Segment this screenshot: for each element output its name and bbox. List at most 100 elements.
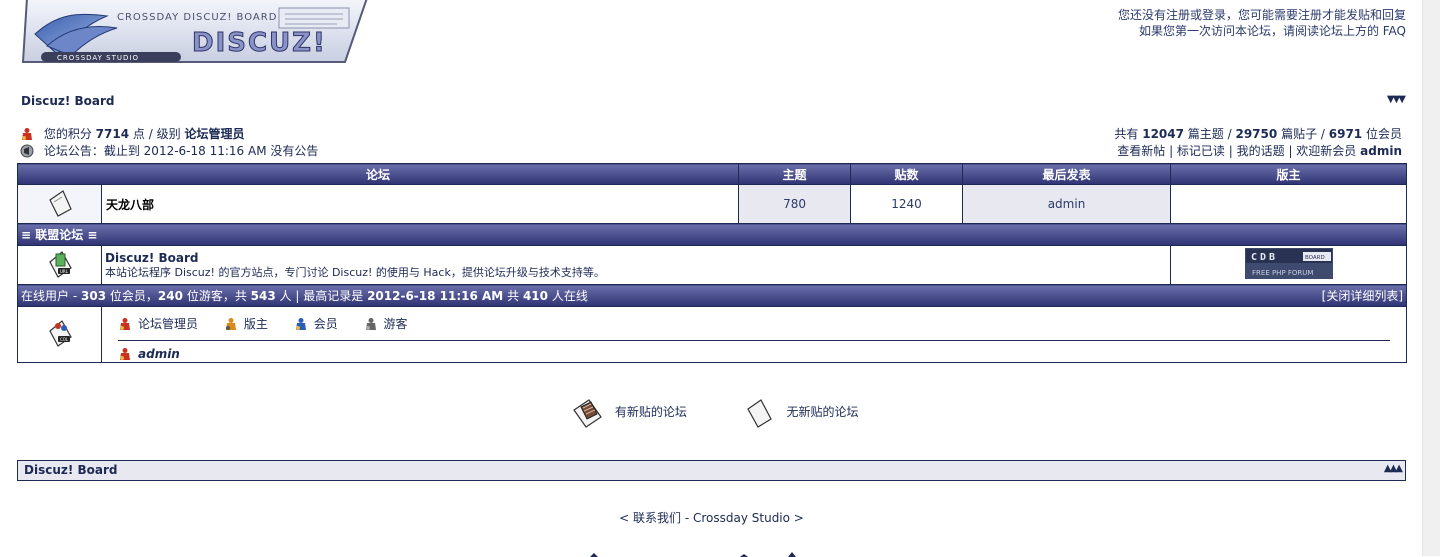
online-header-row: 在线用户 - 303 位会员，240 位游客，共 543 人 | 最高记录是 2… — [16, 284, 1408, 307]
view-new-posts-link[interactable]: 查看新帖 — [1117, 144, 1165, 158]
col-posts: 贴数 — [850, 163, 964, 185]
forum-link[interactable]: 天龙八部 — [106, 198, 154, 212]
forum-name-cell: 天龙八部 — [100, 184, 740, 224]
partner-category-title: ≡ 联盟论坛 ≡ — [16, 223, 1408, 246]
admin-user-icon — [120, 317, 130, 330]
online-member-count: 303 — [81, 289, 107, 303]
guest-notice: 您还没有注册或登录，您可能需要注册才能发贴和回复 如果您第一次访问本论坛，请阅读… — [1118, 7, 1406, 39]
online-icon-cell: COL — [17, 306, 102, 363]
forum-topic-count: 780 — [738, 184, 852, 224]
online-record-mid: 共 — [507, 289, 520, 303]
state-new: 有新贴的论坛 — [571, 396, 687, 429]
contact-us-link[interactable]: < 联系我们 — [619, 511, 681, 525]
guest-notice-line1: 您还没有注册或登录，您可能需要注册才能发贴和回复 — [1117, 8, 1406, 22]
online-legend: 论坛管理员 版主 会员 游客 — [102, 309, 1406, 335]
partner-name-link[interactable]: Discuz! Board — [105, 251, 199, 265]
forum-table: 论坛 主题 贴数 最后发表 版主 天龙八部 780 1240 admin ≡ 联… — [16, 163, 1408, 363]
level-value: 论坛管理员 — [184, 127, 245, 141]
new-member-link[interactable]: admin — [1360, 144, 1402, 158]
online-total-count: 543 — [250, 289, 276, 303]
cdb-free-text: FREE PHP FORUM — [1252, 269, 1313, 277]
footer-links: < 联系我们 - Crossday Studio > — [0, 509, 1423, 526]
cdb-logo-text: CDB — [1251, 252, 1278, 263]
partner-info-cell: Discuz! Board 本站论坛程序 Discuz! 的官方站点，专门讨论 … — [100, 245, 1172, 285]
member-user-icon — [295, 317, 306, 330]
forum-state-legend: 有新贴的论坛 无新贴的论坛 — [571, 396, 911, 428]
logo-board-text: CROSSDAY DISCUZ! BOARD — [117, 12, 277, 23]
announcement-icon — [20, 144, 34, 158]
online-record-time: 2012-6-18 11:16 AM — [367, 289, 504, 303]
online-guest-label: 位游客，共 — [186, 289, 247, 303]
announcement-status: 没有公告 — [270, 144, 319, 158]
user-info: 您的积分 7714 点 / 级别 论坛管理员 论坛公告：截止到 2012-6-1… — [20, 126, 318, 160]
cdb-partner-logo[interactable]: CDB BOARD FREE PHP FORUM — [1244, 248, 1333, 279]
partner-row: URL Discuz! Board 本站论坛程序 Discuz! 的官方站点，专… — [17, 245, 1408, 285]
close-detail-list-link[interactable]: [关闭详细列表] — [1322, 287, 1403, 304]
col-last-post: 最后发表 — [962, 163, 1172, 185]
legend-moderator: 版主 — [224, 317, 268, 331]
col-forum: 论坛 — [16, 163, 740, 185]
topic-count: 12047 — [1142, 127, 1184, 141]
level-label: / 级别 — [148, 127, 181, 141]
state-none: 无新贴的论坛 — [743, 396, 859, 429]
points-unit: 点 — [132, 127, 145, 141]
online-detail-row: COL 论坛管理员 版主 会员 游客 admin — [17, 306, 1408, 363]
points-value: 7714 — [95, 127, 130, 141]
discuz-logo[interactable]: CROSSDAY DISCUZ! BOARD DISCUZ! CROSSDAY … — [17, 0, 373, 70]
announcement-label: 论坛公告：截止到 — [43, 144, 140, 158]
legend-admin-label: 论坛管理员 — [138, 316, 199, 331]
collapse-arrows-icon[interactable]: ▼▼▼ — [1387, 94, 1406, 105]
footer-logo-partial — [590, 552, 796, 557]
guest-user-icon — [365, 317, 376, 330]
legend-member-label: 会员 — [313, 316, 338, 331]
cdb-board-text: BOARD — [1305, 255, 1325, 261]
col-topics: 主题 — [738, 163, 852, 185]
online-record-suffix: 人在线 — [551, 289, 588, 303]
svg-text:URL: URL — [60, 269, 69, 274]
legend-member: 会员 — [294, 317, 338, 331]
forum-status-cell — [17, 184, 102, 224]
partner-description: 本站论坛程序 Discuz! 的官方站点，专门讨论 Discuz! 的使用与 H… — [105, 265, 605, 279]
welcome-label: 欢迎新会员 — [1296, 144, 1357, 158]
online-detail-cell: 论坛管理员 版主 会员 游客 admin — [100, 306, 1408, 363]
col-moderator: 版主 — [1170, 163, 1408, 185]
my-topics-link[interactable]: 我的话题 — [1237, 144, 1285, 158]
post-count: 29750 — [1235, 127, 1278, 141]
moderator-user-icon — [225, 317, 236, 330]
forum-table-header: 论坛 主题 贴数 最后发表 版主 — [16, 163, 1408, 185]
online-summary: 在线用户 - 303 位会员，240 位游客，共 543 人 | 最高记录是 2… — [16, 284, 1408, 307]
breadcrumb[interactable]: Discuz! Board — [21, 94, 115, 108]
guest-notice-line2[interactable]: 如果您第一次访问本论坛，请阅读论坛上方的 FAQ — [1118, 23, 1406, 39]
legend-moderator-label: 版主 — [243, 316, 268, 331]
stats-prefix: 共有 — [1114, 127, 1139, 141]
crossday-studio-link[interactable]: Crossday Studio > — [693, 511, 804, 525]
admin-user-icon — [22, 128, 32, 140]
no-new-posts-icon — [48, 189, 72, 217]
online-record-count: 410 — [522, 289, 548, 303]
member-count: 6971 — [1328, 127, 1363, 141]
vertical-scrollbar[interactable] — [1422, 0, 1440, 556]
topic-count-label: 篇主题 / — [1187, 127, 1232, 141]
forum-last-post[interactable]: admin — [962, 184, 1172, 224]
footer-breadcrumb[interactable]: Discuz! Board — [24, 463, 118, 477]
online-label: 在线用户 — [21, 289, 70, 303]
mark-read-link[interactable]: 标记已读 — [1177, 144, 1225, 158]
partner-site-icon: URL — [48, 250, 72, 278]
partner-icon-cell: URL — [17, 245, 102, 285]
partner-logo-cell: CDB BOARD FREE PHP FORUM — [1170, 245, 1408, 285]
online-users-icon: COL — [48, 320, 72, 347]
points-label: 您的积分 — [43, 127, 92, 141]
partner-category-row: ≡ 联盟论坛 ≡ — [16, 223, 1408, 246]
admin-user-icon — [120, 347, 130, 360]
online-user-link[interactable]: admin — [138, 347, 180, 361]
online-user-item: admin — [102, 341, 1406, 361]
online-dash: - — [72, 289, 78, 303]
scroll-top-arrows-icon[interactable]: ▲▲▲ — [1384, 463, 1403, 474]
board-stats: 共有 12047 篇主题 / 29750 篇贴子 / 6971 位会员 查看新帖… — [1114, 127, 1402, 158]
forum-moderator — [1170, 184, 1408, 224]
legend-guest: 游客 — [364, 317, 408, 331]
state-none-label: 无新贴的论坛 — [786, 405, 859, 420]
footer-nav-bar: Discuz! Board ▲▲▲ — [17, 460, 1406, 481]
new-posts-icon — [573, 398, 602, 428]
no-new-posts-legend-icon — [746, 398, 772, 428]
